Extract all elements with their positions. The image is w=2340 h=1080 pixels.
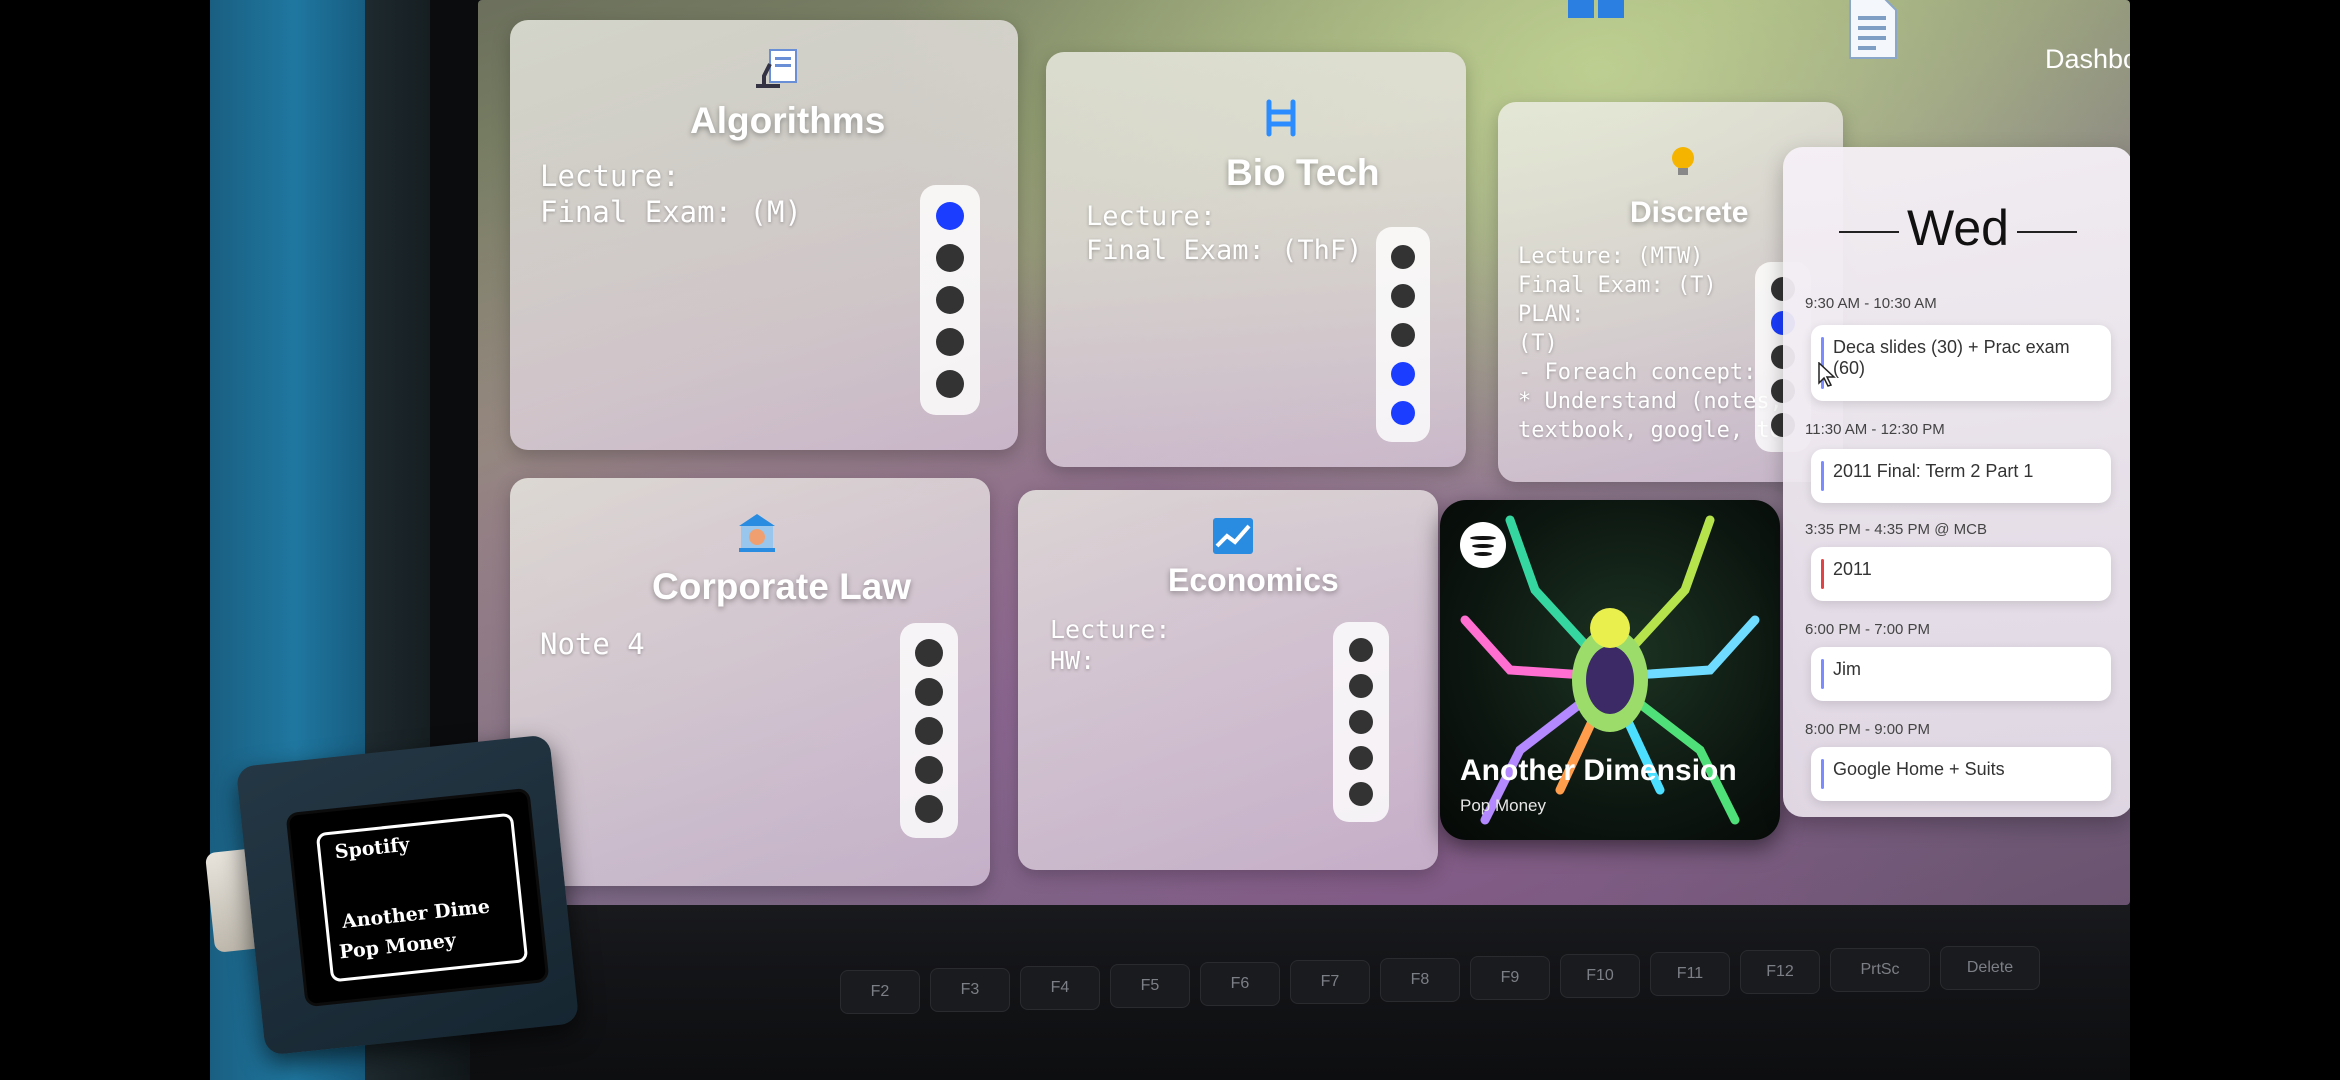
event-title: 2011 Final: Term 2 Part 1	[1833, 461, 2034, 481]
event-time: 11:30 AM - 12:30 PM	[1805, 421, 1945, 438]
mouse-cursor-icon	[1818, 362, 1836, 387]
progress-rail	[920, 185, 980, 415]
progress-dot-2[interactable]	[936, 244, 964, 272]
event-time: 3:35 PM - 4:35 PM @ MCB	[1805, 521, 1987, 538]
track-title: Another Dimension	[1460, 754, 1737, 787]
key-f12[interactable]: F12	[1740, 950, 1820, 994]
keyboard: F2 F3 F4 F5 F6 F7 F8 F9 F10 F11 F12 PrtS…	[840, 946, 2130, 1080]
event-title: 2011	[1833, 559, 1872, 579]
bank-icon	[735, 510, 779, 564]
card-corporate-law[interactable]: Corporate Law Note 4	[510, 478, 990, 886]
oled-display: Spotify Another Dime Pop Money	[285, 787, 550, 1008]
card-title: Bio Tech	[1226, 152, 1380, 193]
dashboard-link[interactable]: Dashboard	[2045, 44, 2130, 75]
card-title: Corporate Law	[652, 566, 912, 607]
progress-dot-4[interactable]	[1349, 746, 1373, 770]
card-notes: Note 4	[540, 627, 645, 661]
card-notes: Lecture: Final Exam: (M)	[540, 159, 802, 229]
progress-dot-4[interactable]	[1391, 361, 1415, 386]
track-artist: Pop Money	[1460, 796, 1546, 815]
event-time: 8:00 PM - 9:00 PM	[1805, 721, 1931, 738]
album-art	[1460, 515, 1760, 825]
progress-dot-1[interactable]	[1349, 638, 1373, 662]
progress-dot-3[interactable]	[1349, 710, 1373, 734]
card-economics[interactable]: Economics Lecture: HW:	[1018, 490, 1438, 870]
progress-dot-1[interactable]	[915, 638, 943, 667]
progress-dot-5[interactable]	[1391, 400, 1415, 425]
progress-dot-3[interactable]	[936, 286, 964, 314]
calendar-event[interactable]: Jim	[1811, 647, 2111, 701]
event-title: Google Home + Suits	[1833, 759, 2005, 779]
document-icon[interactable]	[1846, 0, 1898, 62]
key-f4[interactable]: F4	[1020, 966, 1100, 1010]
key-f7[interactable]: F7	[1290, 960, 1370, 1004]
progress-dot-5[interactable]	[915, 794, 943, 823]
card-notes: Lecture: Final Exam: (ThF)	[1086, 201, 1363, 266]
progress-dot-3[interactable]	[915, 716, 943, 745]
key-f3[interactable]: F3	[930, 968, 1010, 1012]
progress-dot-1[interactable]	[1391, 244, 1415, 269]
card-algorithms[interactable]: Algorithms Lecture: Final Exam: (M)	[510, 20, 1018, 450]
calendar-day: Wed	[1783, 199, 2130, 257]
card-title: Discrete	[1630, 196, 1749, 229]
dna-icon	[1261, 98, 1301, 148]
calendar-event[interactable]: Deca slides (30) + Prac exam (60)	[1811, 325, 2111, 401]
windows-icon[interactable]	[1568, 0, 1624, 20]
progress-dot-5[interactable]	[936, 370, 964, 398]
card-notes: Lecture: HW:	[1050, 615, 1171, 675]
spotify-now-playing[interactable]: Another Dimension Pop Money	[1440, 500, 1780, 840]
calendar-panel: Wed 9:30 AM - 10:30 AM Deca slides (30) …	[1783, 147, 2130, 817]
event-title: Deca slides (30) + Prac exam (60)	[1833, 337, 2070, 378]
dashboard-screen: Dashboard Algorithms Lecture: Final Exam…	[478, 0, 2130, 905]
key-delete[interactable]: Delete	[1940, 946, 2040, 990]
key-prtsc[interactable]: PrtSc	[1830, 948, 1930, 992]
progress-dot-2[interactable]	[1349, 674, 1373, 698]
key-f2[interactable]: F2	[840, 970, 920, 1014]
progress-rail	[900, 623, 958, 838]
card-title: Economics	[1168, 562, 1339, 598]
event-time: 6:00 PM - 7:00 PM	[1805, 621, 1931, 638]
calendar-event[interactable]: 2011	[1811, 547, 2111, 601]
progress-dot-4[interactable]	[915, 755, 943, 784]
progress-rail	[1376, 227, 1430, 442]
key-f10[interactable]: F10	[1560, 954, 1640, 998]
key-f6[interactable]: F6	[1200, 962, 1280, 1006]
calendar-event[interactable]: Google Home + Suits	[1811, 747, 2111, 801]
event-time: 9:30 AM - 10:30 AM	[1805, 295, 1937, 312]
key-f8[interactable]: F8	[1380, 958, 1460, 1002]
progress-dot-5[interactable]	[1349, 782, 1373, 806]
calendar-event[interactable]: 2011 Final: Term 2 Part 1	[1811, 449, 2111, 503]
chart-up-icon	[1213, 518, 1253, 564]
progress-dot-2[interactable]	[1391, 283, 1415, 308]
progress-dot-4[interactable]	[936, 328, 964, 356]
key-f11[interactable]: F11	[1650, 952, 1730, 996]
progress-dot-3[interactable]	[1391, 322, 1415, 347]
progress-dot-1[interactable]	[936, 202, 964, 230]
key-f9[interactable]: F9	[1470, 956, 1550, 1000]
event-title: Jim	[1833, 659, 1861, 679]
key-f5[interactable]: F5	[1110, 964, 1190, 1008]
progress-rail	[1333, 622, 1389, 822]
progress-dot-2[interactable]	[915, 677, 943, 706]
card-title: Algorithms	[690, 100, 886, 141]
lightbulb-icon	[1666, 144, 1700, 188]
microscope-doc-icon	[750, 46, 798, 104]
card-biotech[interactable]: Bio Tech Lecture: Final Exam: (ThF)	[1046, 52, 1466, 467]
